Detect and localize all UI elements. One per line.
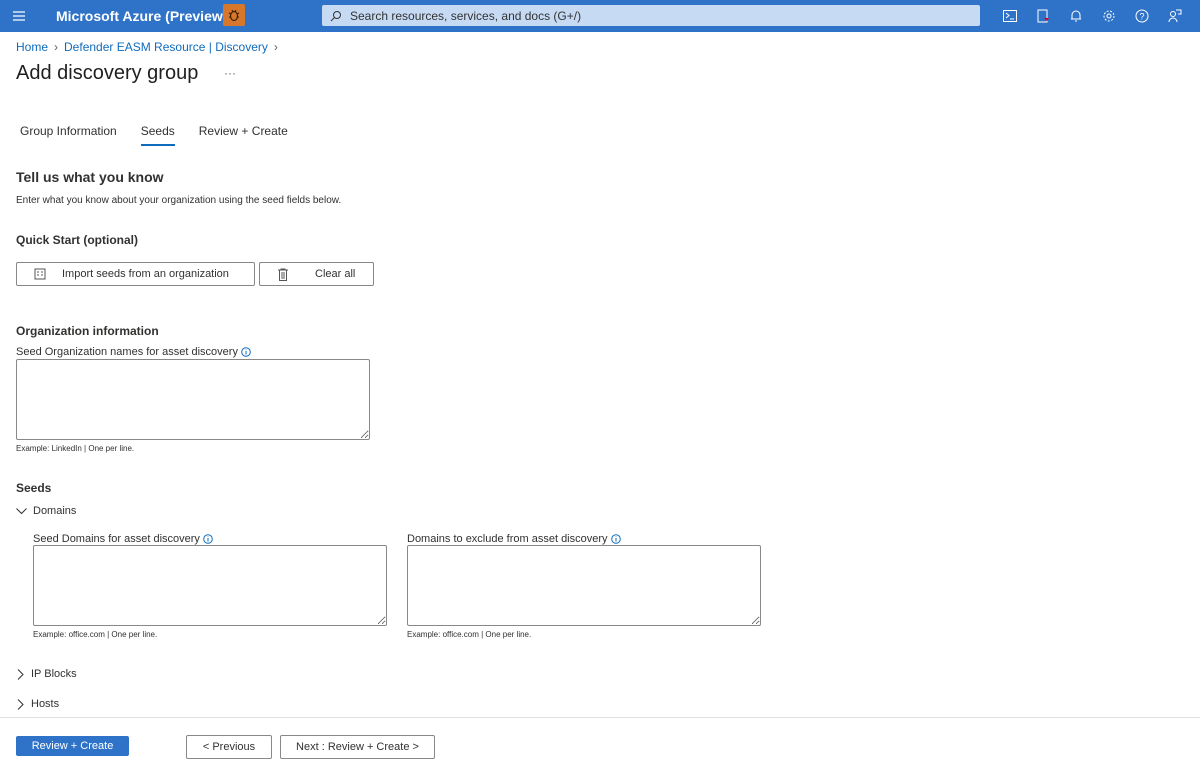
app-title[interactable]: Microsoft Azure (Preview)	[56, 8, 227, 24]
org-names-label: Seed Organization names for asset discov…	[16, 346, 251, 358]
breadcrumb-discovery[interactable]: Defender EASM Resource | Discovery	[64, 40, 268, 54]
ip-blocks-expander[interactable]: IP Blocks	[16, 668, 77, 680]
import-seeds-label: Import seeds from an organization	[62, 268, 229, 280]
next-button[interactable]: Next : Review + Create >	[280, 735, 435, 759]
cloud-shell-icon[interactable]	[1000, 6, 1020, 26]
seed-domains-textarea[interactable]	[33, 545, 387, 626]
breadcrumb-home[interactable]: Home	[16, 40, 48, 54]
domains-expander[interactable]: Domains	[16, 505, 76, 517]
previous-button[interactable]: < Previous	[186, 735, 272, 759]
org-names-label-text: Seed Organization names for asset discov…	[16, 346, 238, 358]
ip-blocks-label: IP Blocks	[31, 668, 77, 680]
breadcrumb: Home › Defender EASM Resource | Discovery…	[16, 40, 278, 54]
search-placeholder: Search resources, services, and docs (G+…	[350, 8, 582, 23]
gear-icon[interactable]	[1099, 6, 1119, 26]
quickstart-heading: Quick Start (optional)	[16, 233, 139, 247]
seed-domains-hint: Example: office.com | One per line.	[33, 630, 158, 639]
chevron-right-icon	[17, 668, 24, 680]
menu-icon[interactable]	[12, 9, 26, 23]
tab-seeds[interactable]: Seeds	[140, 124, 175, 146]
info-icon[interactable]	[610, 534, 621, 544]
intro-text: Enter what you know about your organizat…	[16, 195, 342, 206]
organization-icon	[34, 268, 46, 280]
hosts-expander[interactable]: Hosts	[16, 698, 59, 710]
seed-domains-label: Seed Domains for asset discovery	[33, 533, 213, 545]
org-names-hint: Example: LinkedIn | One per line.	[16, 444, 135, 453]
clear-all-button[interactable]: Clear all	[259, 262, 374, 286]
domains-label: Domains	[33, 505, 77, 517]
exclude-domains-hint: Example: office.com | One per line.	[407, 630, 532, 639]
search-input[interactable]: Search resources, services, and docs (G+…	[322, 5, 980, 26]
exclude-domains-label-text: Domains to exclude from asset discovery	[407, 533, 608, 545]
bug-icon[interactable]	[223, 4, 245, 26]
import-seeds-button[interactable]: Import seeds from an organization	[16, 262, 255, 286]
trash-icon	[278, 268, 288, 281]
org-names-textarea[interactable]	[16, 359, 370, 440]
chevron-down-icon	[16, 507, 27, 514]
footer-bar: Review + Create < Previous Next : Review…	[0, 717, 1200, 766]
info-icon[interactable]	[203, 534, 213, 544]
tab-bar: Group Information Seeds Review + Create	[20, 124, 288, 146]
tab-review-create[interactable]: Review + Create	[199, 124, 288, 146]
page-title: Add discovery group	[16, 62, 199, 84]
seeds-heading: Seeds	[16, 481, 52, 495]
info-icon[interactable]	[241, 347, 251, 357]
bell-icon[interactable]	[1066, 6, 1086, 26]
exclude-domains-label: Domains to exclude from asset discovery	[407, 533, 621, 545]
exclude-domains-textarea[interactable]	[407, 545, 761, 626]
org-heading: Organization information	[16, 324, 159, 338]
search-icon	[330, 10, 341, 21]
help-icon[interactable]: ?	[1132, 6, 1152, 26]
clear-all-label: Clear all	[315, 268, 356, 280]
chevron-right-icon: ›	[54, 40, 59, 54]
chevron-right-icon: ›	[273, 40, 278, 54]
section-heading: Tell us what you know	[16, 169, 164, 185]
tab-group-information[interactable]: Group Information	[20, 124, 117, 146]
seed-domains-label-text: Seed Domains for asset discovery	[33, 533, 200, 545]
svg-text:?: ?	[1139, 12, 1144, 22]
review-create-button[interactable]: Review + Create	[16, 736, 129, 756]
top-bar: Microsoft Azure (Preview) Search resourc…	[0, 0, 1200, 32]
directory-filter-icon[interactable]	[1033, 6, 1053, 26]
chevron-right-icon	[17, 698, 24, 710]
feedback-icon[interactable]	[1165, 6, 1185, 26]
hosts-label: Hosts	[31, 698, 60, 710]
more-options-button[interactable]: ···	[224, 66, 236, 80]
